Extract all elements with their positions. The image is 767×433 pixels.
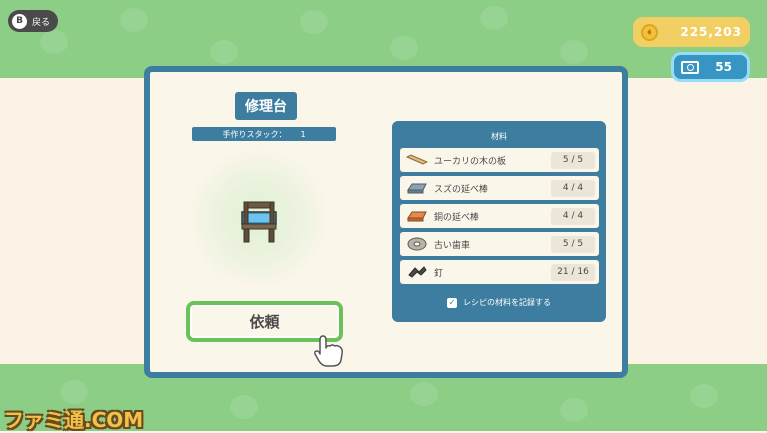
pattern-decoration bbox=[560, 40, 588, 64]
record-recipe-toggle[interactable]: ✓ レシピの材料を記録する bbox=[392, 297, 606, 308]
material-row: 古い歯車 5 / 5 bbox=[400, 232, 599, 256]
back-button[interactable]: B 戻る bbox=[8, 10, 58, 32]
bells-counter: ♦ 225,203 bbox=[633, 17, 750, 47]
bells-value: 225,203 bbox=[680, 25, 742, 39]
material-name: ユーカリの木の板 bbox=[434, 156, 507, 167]
checkbox-checked-icon[interactable]: ✓ bbox=[447, 297, 457, 308]
workbench-icon bbox=[241, 201, 277, 243]
miles-value: 55 bbox=[715, 60, 732, 74]
record-label: レシピの材料を記録する bbox=[463, 298, 551, 307]
material-row: 釘 21 / 16 bbox=[400, 260, 599, 284]
material-count: 5 / 5 bbox=[551, 235, 595, 253]
tin-ingot-icon bbox=[407, 183, 427, 194]
craft-stack-bar: 手作りスタック： 1 bbox=[192, 127, 336, 141]
material-name: 古い歯車 bbox=[434, 240, 471, 251]
pattern-decoration bbox=[60, 380, 88, 404]
material-row: 銅の延べ棒 4 / 4 bbox=[400, 204, 599, 228]
gear-icon bbox=[407, 237, 427, 251]
material-count: 21 / 16 bbox=[551, 263, 595, 281]
material-count: 4 / 4 bbox=[551, 179, 595, 197]
pattern-decoration bbox=[40, 30, 68, 54]
material-count: 5 / 5 bbox=[551, 151, 595, 169]
stack-value: 1 bbox=[300, 129, 306, 139]
material-row: ユーカリの木の板 5 / 5 bbox=[400, 148, 599, 172]
stack-label: 手作りスタック： bbox=[222, 129, 287, 139]
copper-ingot-icon bbox=[407, 211, 427, 222]
pattern-decoration bbox=[230, 395, 258, 419]
nails-icon bbox=[408, 266, 427, 278]
miles-counter: 55 bbox=[671, 52, 750, 82]
miles-ticket-icon bbox=[681, 60, 699, 74]
pattern-decoration bbox=[690, 384, 718, 408]
recipe-title: 修理台 bbox=[235, 92, 297, 120]
material-name: 釘 bbox=[434, 268, 444, 279]
material-name: スズの延べ棒 bbox=[434, 184, 489, 195]
pattern-decoration bbox=[300, 10, 328, 34]
materials-panel: 材料 ユーカリの木の板 5 / 5 スズの延べ棒 4 / 4 銅の延べ棒 4 /… bbox=[392, 121, 606, 322]
bell-coin-icon: ♦ bbox=[641, 23, 658, 41]
pattern-decoration bbox=[210, 40, 238, 64]
back-label: 戻る bbox=[32, 17, 51, 28]
pattern-decoration bbox=[560, 398, 588, 422]
pattern-decoration bbox=[120, 8, 148, 32]
material-name: 銅の延べ棒 bbox=[434, 212, 480, 223]
pattern-decoration bbox=[390, 36, 418, 60]
wood-plank-icon bbox=[406, 154, 428, 165]
material-row: スズの延べ棒 4 / 4 bbox=[400, 176, 599, 200]
pattern-decoration bbox=[480, 6, 508, 30]
materials-heading: 材料 bbox=[491, 132, 507, 141]
watermark-logo: ファミ通.COM bbox=[4, 408, 144, 432]
b-button-icon: B bbox=[12, 13, 27, 29]
material-count: 4 / 4 bbox=[551, 207, 595, 225]
pattern-decoration bbox=[410, 382, 438, 406]
hand-cursor-icon bbox=[314, 335, 343, 367]
